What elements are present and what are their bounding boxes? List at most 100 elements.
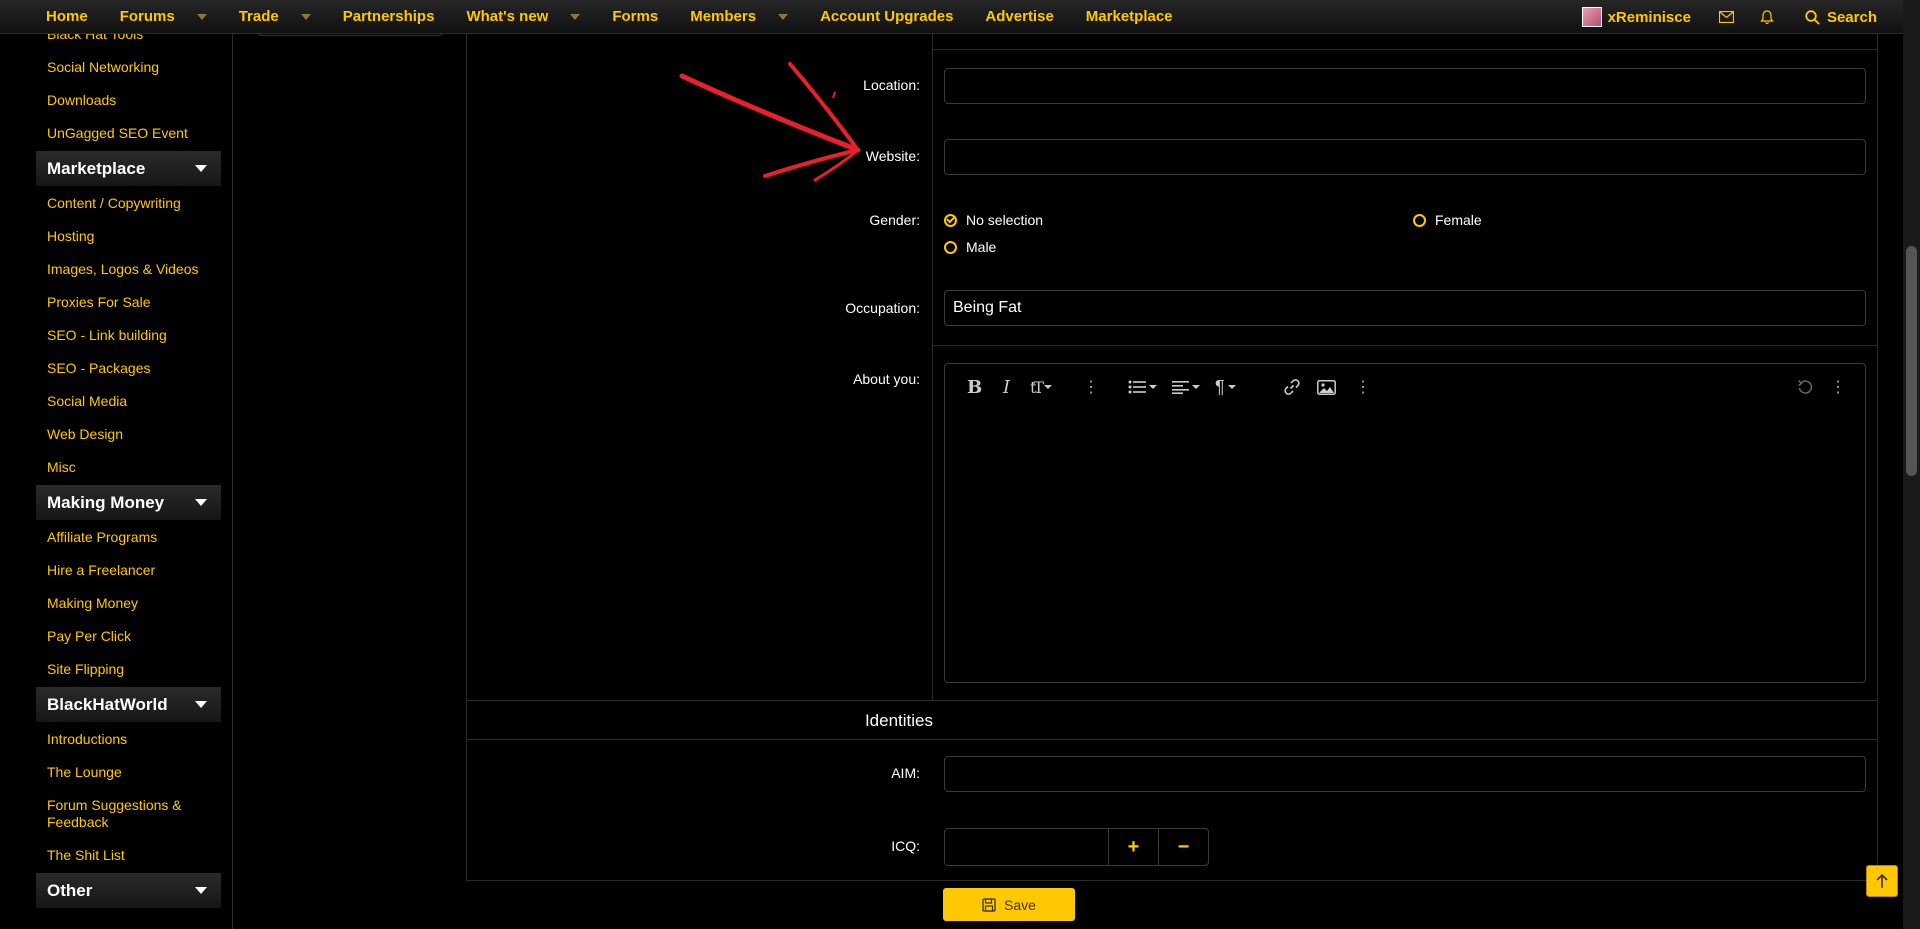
sidebar-link[interactable]: Content / Copywriting <box>36 187 232 220</box>
save-button[interactable]: Save <box>943 888 1075 921</box>
about-editor[interactable]: B I tT ⋮ ¶ ⋮ ⋮ <box>944 363 1866 683</box>
sidebar-link[interactable]: SEO - Link building <box>36 319 232 352</box>
about-label: About you: <box>853 371 920 387</box>
sidebar-link[interactable]: Proxies For Sale <box>36 286 232 319</box>
sidebar-link[interactable]: Hosting <box>36 220 232 253</box>
sidebar: Black Hat Tools Social Networking Download… <box>24 0 233 929</box>
sidebar-link[interactable]: Pay Per Click <box>36 620 232 653</box>
save-label: Save <box>1004 896 1036 913</box>
nav-items: Home Forums Trade Partnerships What's new For… <box>30 0 1189 34</box>
bold-button[interactable]: B <box>967 374 982 400</box>
sidebar-link[interactable]: Social Networking <box>36 51 232 84</box>
user-menu[interactable]: xReminisce <box>1570 7 1707 27</box>
sidebar-link[interactable]: Hire a Freelancer <box>36 554 232 587</box>
link-icon <box>1284 379 1300 395</box>
nav-item-advertise[interactable]: Advertise <box>969 0 1069 34</box>
nav-item-trade[interactable]: Trade <box>223 0 327 34</box>
location-input[interactable] <box>944 68 1866 104</box>
nav-item-forms[interactable]: Forms <box>596 0 674 34</box>
save-icon <box>982 897 996 912</box>
inbox-icon[interactable] <box>1707 0 1747 34</box>
avatar <box>1581 7 1602 27</box>
gender-no-selection-radio[interactable]: No selection <box>944 212 1043 228</box>
search-button[interactable]: Search <box>1787 9 1903 26</box>
list-icon <box>1128 380 1146 394</box>
more-options-icon[interactable]: ⋮ <box>1083 374 1099 400</box>
occupation-label: Occupation: <box>845 300 920 316</box>
scrollbar-thumb[interactable] <box>1906 246 1917 476</box>
arrow-up-icon <box>1876 873 1888 888</box>
radio-icon <box>1413 213 1426 227</box>
sidebar-link[interactable]: Misc <box>36 451 232 484</box>
nav-item-marketplace[interactable]: Marketplace <box>1070 0 1189 34</box>
sidebar-link[interactable]: The Lounge <box>36 756 232 789</box>
nav-item-label: What's new <box>466 8 549 25</box>
sidebar-link[interactable]: Social Media <box>36 385 232 418</box>
chevron-down-icon[interactable] <box>300 13 311 20</box>
list-button[interactable] <box>1128 374 1157 400</box>
sidebar-link[interactable]: Web Design <box>36 418 232 451</box>
icq-label: ICQ: <box>891 838 920 854</box>
username: xReminisce <box>1607 8 1691 26</box>
nav-item-label: Partnerships <box>342 8 435 25</box>
occupation-input[interactable]: Being Fat <box>944 290 1866 326</box>
text-size-button[interactable]: tT <box>1030 374 1053 400</box>
more-options-icon[interactable]: ⋮ <box>1830 374 1846 400</box>
sidebar-category-title: Other <box>47 880 93 900</box>
nav-item-partnerships[interactable]: Partnerships <box>327 0 451 34</box>
radio-icon <box>944 240 957 254</box>
sidebar-link[interactable]: Downloads <box>36 84 232 117</box>
label-column <box>466 0 933 700</box>
aim-label: AIM: <box>891 765 920 781</box>
paragraph-button[interactable]: ¶ <box>1215 374 1236 400</box>
aim-input[interactable] <box>944 756 1866 792</box>
sidebar-category[interactable]: Other <box>36 873 221 908</box>
sidebar-category[interactable]: BlackHatWorld <box>36 687 221 722</box>
chevron-down-icon[interactable] <box>778 13 789 20</box>
icq-stepper: + − <box>944 828 1209 866</box>
sidebar-category-title: Marketplace <box>47 158 146 178</box>
align-button[interactable] <box>1172 374 1200 400</box>
icq-decrement-button[interactable]: − <box>1158 829 1208 865</box>
nav-item-members[interactable]: Members <box>674 0 804 34</box>
sidebar-link[interactable]: Forum Suggestions & Feedback <box>36 789 232 839</box>
bell-icon[interactable] <box>1747 0 1787 34</box>
sidebar-category[interactable]: Making Money <box>36 485 221 520</box>
separator <box>933 345 1877 346</box>
chevron-down-icon[interactable] <box>196 13 207 20</box>
sidebar-link[interactable]: SEO - Packages <box>36 352 232 385</box>
gender-male-radio[interactable]: Male <box>944 239 996 255</box>
sidebar-link[interactable]: Images, Logos & Videos <box>36 253 232 286</box>
link-button[interactable] <box>1283 374 1301 400</box>
triangle-down-icon <box>195 165 207 172</box>
sidebar-link[interactable]: The Shit List <box>36 839 232 872</box>
nav-item-label: Trade <box>238 8 279 25</box>
align-icon <box>1172 381 1189 394</box>
scroll-to-top-button[interactable] <box>1866 865 1898 897</box>
sidebar-link[interactable]: Affiliate Programs <box>36 521 232 554</box>
undo-button[interactable] <box>1797 374 1813 400</box>
sidebar-link[interactable]: Making Money <box>36 587 232 620</box>
sidebar-link[interactable]: Introductions <box>36 723 232 756</box>
radio-label: Female <box>1435 212 1482 228</box>
icq-increment-button[interactable]: + <box>1108 829 1158 865</box>
sidebar-content: Black Hat Tools Social Networking Download… <box>36 18 232 909</box>
sidebar-link[interactable]: Site Flipping <box>36 653 232 686</box>
more-options-icon[interactable]: ⋮ <box>1355 374 1371 400</box>
icq-input[interactable] <box>945 829 1108 865</box>
nav-item-home[interactable]: Home <box>30 0 104 34</box>
page-scrollbar[interactable] <box>1903 0 1920 929</box>
sidebar-category[interactable]: Marketplace <box>36 151 221 186</box>
gender-female-radio[interactable]: Female <box>1413 212 1482 228</box>
nav-item-what-s-new[interactable]: What's new <box>450 0 596 34</box>
nav-item-account-upgrades[interactable]: Account Upgrades <box>804 0 969 34</box>
nav-item-forums[interactable]: Forums <box>104 0 223 34</box>
triangle-down-icon <box>195 499 207 506</box>
sidebar-link[interactable]: UnGagged SEO Event <box>36 117 232 150</box>
image-button[interactable] <box>1317 374 1336 400</box>
chevron-down-icon[interactable] <box>570 13 581 20</box>
website-input[interactable] <box>944 139 1866 175</box>
separator <box>933 49 1877 50</box>
italic-button[interactable]: I <box>1003 374 1010 400</box>
identities-section-header: Identities <box>466 700 1878 740</box>
